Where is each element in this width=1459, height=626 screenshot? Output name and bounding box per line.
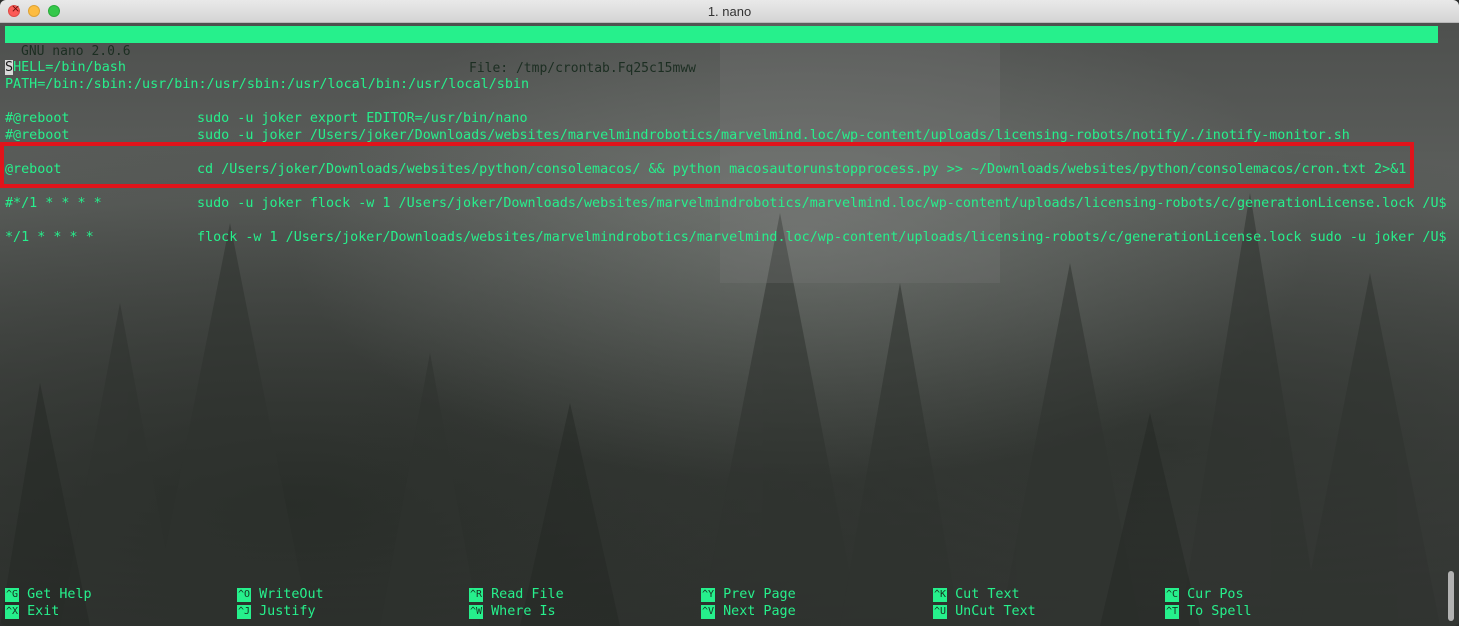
nano-header-bar: GNU nano 2.0.6 File: /tmp/crontab.Fq25c1… <box>5 26 1438 76</box>
title-bar[interactable]: 1. nano <box>0 0 1459 23</box>
nano-version: GNU nano 2.0.6 <box>21 44 131 59</box>
shortcut-writeout[interactable]: ^O WriteOut <box>237 586 324 603</box>
terminal-content[interactable]: GNU nano 2.0.6 File: /tmp/crontab.Fq25c1… <box>0 23 1459 626</box>
editor-line[interactable]: #@reboot sudo -u joker export EDITOR=/usr… <box>5 110 528 127</box>
shortcut-exit[interactable]: ^X Exit <box>5 603 59 620</box>
editor-line-highlighted[interactable]: @reboot cd /Users/joker/Downloads/website… <box>5 161 1406 178</box>
shortcut-where-is[interactable]: ^W Where Is <box>469 603 556 620</box>
shortcut-prev-page[interactable]: ^Y Prev Page <box>701 586 796 603</box>
scrollbar[interactable] <box>1447 23 1455 626</box>
shortcut-justify[interactable]: ^J Justify <box>237 603 316 620</box>
terminal-window: 1. nano GNU nano 2.0.6 File: /t <box>0 0 1459 626</box>
shortcut-uncut-text[interactable]: ^U UnCut Text <box>933 603 1036 620</box>
shortcut-cur-pos[interactable]: ^C Cur Pos <box>1165 586 1244 603</box>
shortcut-get-help[interactable]: ^G Get Help <box>5 586 92 603</box>
editor-line[interactable]: SHELL=/bin/bash <box>5 59 126 76</box>
scrollbar-thumb[interactable] <box>1448 571 1454 621</box>
editor-line[interactable]: */1 * * * * flock -w 1 /Users/joker/Downl… <box>5 229 1447 246</box>
editor-line[interactable]: PATH=/bin:/sbin:/usr/bin:/usr/sbin:/usr/… <box>5 76 529 93</box>
shortcut-to-spell[interactable]: ^T To Spell <box>1165 603 1252 620</box>
shortcut-read-file[interactable]: ^R Read File <box>469 586 564 603</box>
editor-line[interactable]: #*/1 * * * * sudo -u joker flock -w 1 /Us… <box>5 195 1447 212</box>
shortcut-next-page[interactable]: ^V Next Page <box>701 603 796 620</box>
shortcut-cut-text[interactable]: ^K Cut Text <box>933 586 1020 603</box>
nano-file-name: File: /tmp/crontab.Fq25c15mww <box>469 61 696 76</box>
text-cursor: S <box>5 60 14 75</box>
window-title: 1. nano <box>707 4 752 19</box>
